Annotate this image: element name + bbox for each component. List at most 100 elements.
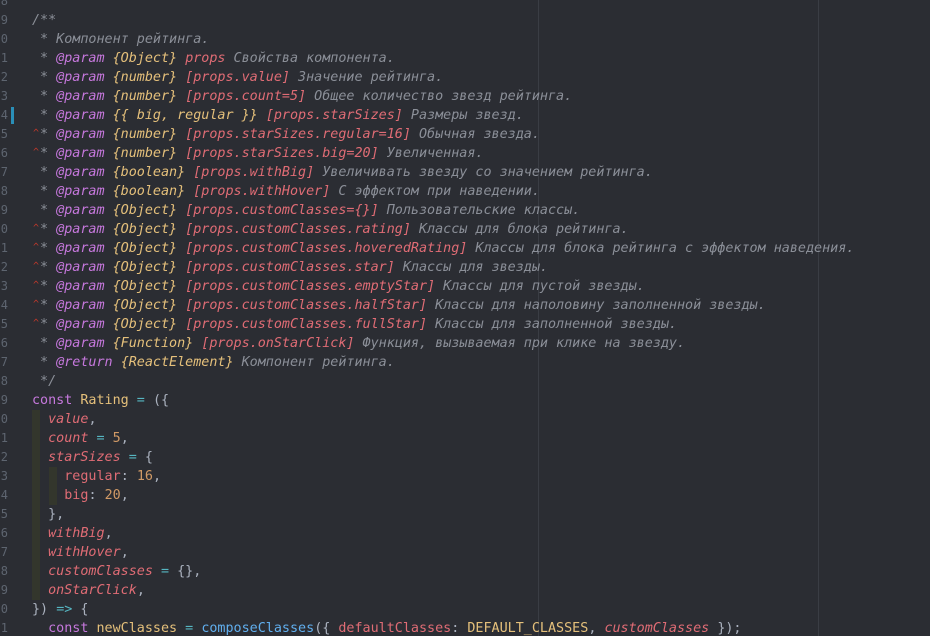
- code-line[interactable]: 8 * @param {boolean} [props.withHover] С…: [0, 182, 930, 201]
- code-line[interactable]: 7 withHover,: [0, 543, 930, 562]
- code-text[interactable]: * @param {Object} [props.customClasses.s…: [32, 258, 548, 277]
- line-number: 4: [0, 488, 8, 502]
- code-text[interactable]: * @param {number} [props.value] Значение…: [32, 68, 443, 87]
- code-line[interactable]: 7 * @return {ReactElement} Компонент рей…: [0, 353, 930, 372]
- code-text[interactable]: * @param {number} [props.count=5] Общее …: [32, 87, 572, 106]
- code-line[interactable]: 5 },: [0, 505, 930, 524]
- code-line[interactable]: 0 }) => {: [0, 600, 930, 619]
- code-text[interactable]: count = 5,: [32, 429, 129, 448]
- vcs-change-marker[interactable]: [11, 107, 14, 124]
- code-line[interactable]: 8 customClasses = {},: [0, 562, 930, 581]
- line-number: 8: [0, 564, 8, 578]
- line-number: 1: [0, 621, 8, 635]
- code-text[interactable]: },: [32, 505, 64, 524]
- line-number: 6: [0, 526, 8, 540]
- line-number: 8: [0, 374, 8, 388]
- code-text[interactable]: starSizes = {: [32, 448, 153, 467]
- line-number: 8: [0, 184, 8, 198]
- code-line[interactable]: 8: [0, 0, 930, 11]
- code-text[interactable]: * @param {Object} props Свойства компоне…: [32, 49, 395, 68]
- code-text[interactable]: * @param {Function} [props.onStarClick] …: [32, 334, 685, 353]
- code-text[interactable]: * @param {Object} [props.customClasses.h…: [32, 296, 766, 315]
- code-line[interactable]: 4 ^ * @param {Object} [props.customClasse…: [0, 296, 930, 315]
- line-number: 0: [0, 222, 8, 236]
- code-line[interactable]: 1 * @param {Object} props Свойства компо…: [0, 49, 930, 68]
- line-number: 2: [0, 70, 8, 84]
- line-number: 0: [0, 32, 8, 46]
- code-line[interactable]: 1 ^ * @param {Object} [props.customClasse…: [0, 239, 930, 258]
- code-lines[interactable]: 8 9/** 0 * Компонент рейтинга. 1 * @param {…: [0, 0, 930, 636]
- code-text[interactable]: * @param {{ big, regular }} [props.starS…: [32, 106, 524, 125]
- code-text[interactable]: * @param {Object} [props.customClasses={…: [32, 201, 580, 220]
- code-text[interactable]: * @param {number} [props.starSizes.big=2…: [32, 144, 483, 163]
- code-text[interactable]: * @param {Object} [props.customClasses.h…: [32, 239, 854, 258]
- line-number: 1: [0, 241, 8, 255]
- code-text[interactable]: * Компонент рейтинга.: [32, 30, 209, 49]
- line-number: 9: [0, 583, 8, 597]
- code-line[interactable]: 0 * Компонент рейтинга.: [0, 30, 930, 49]
- code-text[interactable]: big: 20,: [32, 486, 129, 505]
- line-number: 0: [0, 602, 8, 616]
- line-number: 3: [0, 279, 8, 293]
- line-number: 8: [0, 0, 8, 8]
- code-text[interactable]: * @param {Object} [props.customClasses.f…: [32, 315, 677, 334]
- code-text[interactable]: * @return {ReactElement} Компонент рейти…: [32, 353, 395, 372]
- line-number: 0: [0, 412, 8, 426]
- code-text[interactable]: regular: 16,: [32, 467, 161, 486]
- code-line[interactable]: 4 * @param {{ big, regular }} [props.sta…: [0, 106, 930, 125]
- line-number: 2: [0, 450, 8, 464]
- code-text[interactable]: * @param {Object} [props.customClasses.r…: [32, 220, 629, 239]
- code-line[interactable]: 3 * @param {number} [props.count=5] Обще…: [0, 87, 930, 106]
- code-line[interactable]: 9 const Rating = ({: [0, 391, 930, 410]
- code-line[interactable]: 2 ^ * @param {Object} [props.customClasse…: [0, 258, 930, 277]
- line-number: 9: [0, 13, 8, 27]
- code-text[interactable]: value,: [32, 410, 96, 429]
- code-line[interactable]: 6 ^ * @param {number} [props.starSizes.bi…: [0, 144, 930, 163]
- code-line[interactable]: 6 * @param {Function} [props.onStarClick…: [0, 334, 930, 353]
- code-text[interactable]: * @param {boolean} [props.withHover] С э…: [32, 182, 540, 201]
- code-editor[interactable]: 8 9/** 0 * Компонент рейтинга. 1 * @param {…: [0, 0, 930, 636]
- code-line[interactable]: 1 count = 5,: [0, 429, 930, 448]
- code-text[interactable]: }) => {: [32, 600, 88, 619]
- line-number: 5: [0, 507, 8, 521]
- line-number: 2: [0, 260, 8, 274]
- code-line[interactable]: 2 starSizes = {: [0, 448, 930, 467]
- code-text[interactable]: * @param {number} [props.starSizes.regul…: [32, 125, 540, 144]
- code-line[interactable]: 0 ^ * @param {Object} [props.customClasse…: [0, 220, 930, 239]
- line-number: 6: [0, 146, 8, 160]
- code-line[interactable]: 5 ^ * @param {Object} [props.customClasse…: [0, 315, 930, 334]
- line-number: 5: [0, 317, 8, 331]
- code-line[interactable]: 6 withBig,: [0, 524, 930, 543]
- line-number: 9: [0, 393, 8, 407]
- code-line[interactable]: 0 value,: [0, 410, 930, 429]
- code-text[interactable]: const newClasses = composeClasses({ defa…: [32, 619, 741, 636]
- code-line[interactable]: 9 /**: [0, 11, 930, 30]
- code-line[interactable]: 5 ^ * @param {number} [props.starSizes.re…: [0, 125, 930, 144]
- line-number: 7: [0, 545, 8, 559]
- line-number: 1: [0, 431, 8, 445]
- line-number: 6: [0, 336, 8, 350]
- code-line[interactable]: 8 */: [0, 372, 930, 391]
- line-number: 3: [0, 89, 8, 103]
- line-number: 4: [0, 108, 8, 122]
- code-line[interactable]: 3 ^ * @param {Object} [props.customClasse…: [0, 277, 930, 296]
- code-text[interactable]: * @param {boolean} [props.withBig] Увели…: [32, 163, 653, 182]
- code-text[interactable]: onStarClick,: [32, 581, 145, 600]
- code-text[interactable]: * @param {Object} [props.customClasses.e…: [32, 277, 645, 296]
- code-line[interactable]: 7 * @param {boolean} [props.withBig] Уве…: [0, 163, 930, 182]
- line-number: 7: [0, 355, 8, 369]
- code-text[interactable]: /**: [32, 11, 56, 30]
- line-number: 1: [0, 51, 8, 65]
- code-text[interactable]: customClasses = {},: [32, 562, 201, 581]
- code-text[interactable]: const Rating = ({: [32, 391, 169, 410]
- code-line[interactable]: 2 * @param {number} [props.value] Значен…: [0, 68, 930, 87]
- code-text[interactable]: withHover,: [32, 543, 129, 562]
- line-number: 4: [0, 298, 8, 312]
- code-text[interactable]: */: [32, 372, 56, 391]
- code-line[interactable]: 1 const newClasses = composeClasses({ de…: [0, 619, 930, 636]
- code-text[interactable]: withBig,: [32, 524, 113, 543]
- code-line[interactable]: 9 onStarClick,: [0, 581, 930, 600]
- code-line[interactable]: 4 big: 20,: [0, 486, 930, 505]
- code-line[interactable]: 3 regular: 16,: [0, 467, 930, 486]
- code-line[interactable]: 9 * @param {Object} [props.customClasses…: [0, 201, 930, 220]
